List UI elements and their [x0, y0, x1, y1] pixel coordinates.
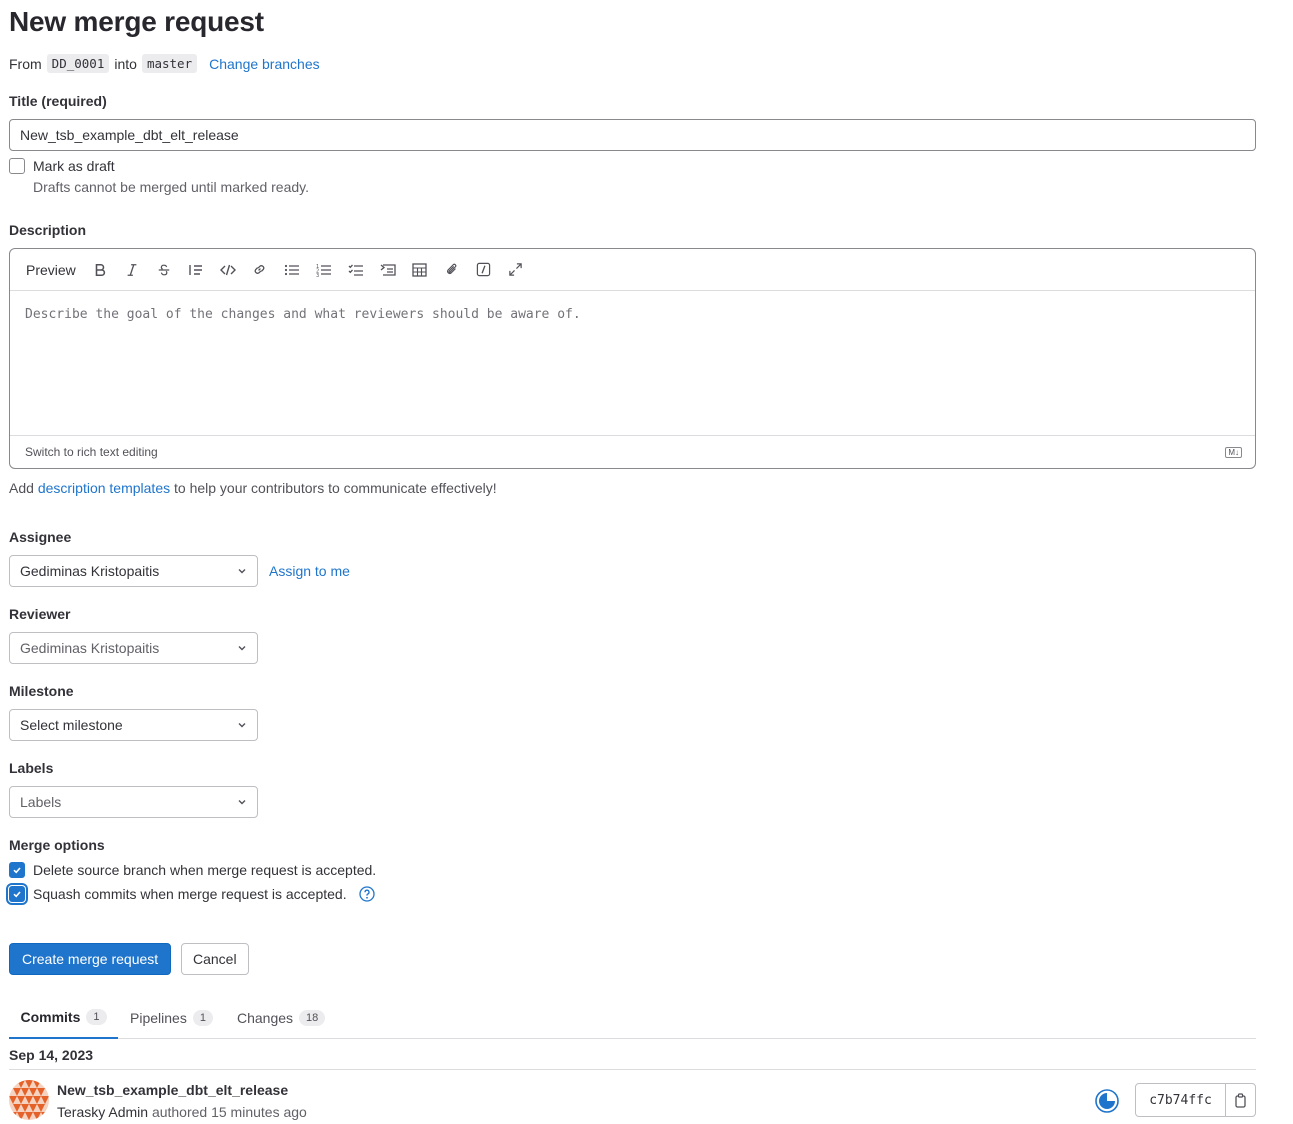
description-help-suffix: to help your contributors to communicate…	[174, 480, 497, 496]
tab-commits-count: 1	[86, 1008, 107, 1025]
assignee-label: Assignee	[9, 529, 72, 545]
assign-to-me-link[interactable]: Assign to me	[269, 563, 350, 579]
description-editor: Preview 123 Describe the goal of the cha…	[9, 248, 1256, 469]
svg-text:3: 3	[316, 273, 319, 277]
tab-commits[interactable]: Commits 1	[9, 996, 118, 1039]
assignee-value: Gediminas Kristopaitis	[20, 563, 160, 579]
italic-icon[interactable]	[116, 256, 148, 284]
commit-author[interactable]: Terasky Admin	[57, 1104, 148, 1120]
description-help-prefix: Add	[9, 480, 34, 496]
code-icon[interactable]	[212, 256, 244, 284]
description-templates-link[interactable]: description templates	[38, 480, 170, 496]
title-label: Title (required)	[9, 93, 107, 109]
tab-changes-label: Changes	[237, 1009, 294, 1026]
mr-tabs: Commits 1 Pipelines 1 Changes 18	[9, 996, 1256, 1039]
title-input-value: New_tsb_example_dbt_elt_release	[20, 127, 239, 143]
milestone-value: Select milestone	[20, 717, 123, 733]
fullscreen-icon[interactable]	[500, 256, 532, 284]
avatar[interactable]	[9, 1080, 49, 1120]
description-help: Add description templates to help your c…	[9, 480, 497, 496]
copy-sha-button[interactable]	[1225, 1084, 1255, 1116]
commit-sha-group: c7b74ffc	[1135, 1083, 1256, 1117]
description-label: Description	[9, 222, 87, 238]
create-merge-request-button[interactable]: Create merge request	[9, 943, 172, 975]
list-item: New_tsb_example_dbt_elt_release Terasky …	[9, 1078, 1256, 1124]
table-icon[interactable]	[404, 256, 436, 284]
commit-title[interactable]: New_tsb_example_dbt_elt_release	[57, 1082, 288, 1098]
labels-value: Labels	[20, 794, 62, 810]
check-icon	[13, 891, 21, 898]
bold-icon[interactable]	[84, 256, 116, 284]
collapsible-section-icon[interactable]	[372, 256, 404, 284]
pipeline-status-icon[interactable]	[1095, 1089, 1119, 1113]
markdown-icon: M↓	[1225, 446, 1242, 458]
merge-options-label: Merge options	[9, 837, 105, 853]
milestone-label: Milestone	[9, 683, 74, 699]
preview-tab[interactable]: Preview	[18, 262, 84, 278]
task-list-icon[interactable]	[340, 256, 372, 284]
chevron-down-icon	[238, 646, 246, 651]
copy-icon	[1234, 1092, 1246, 1108]
chevron-down-icon	[238, 800, 246, 805]
into-label: into	[114, 55, 137, 72]
title-input[interactable]: New_tsb_example_dbt_elt_release	[9, 119, 1256, 151]
draft-checkbox[interactable]	[9, 158, 25, 174]
squash-checkbox[interactable]	[9, 886, 25, 902]
link-icon[interactable]	[244, 256, 276, 284]
description-placeholder: Describe the goal of the changes and wha…	[25, 307, 581, 322]
check-icon	[13, 867, 21, 874]
delete-source-checkbox[interactable]	[9, 862, 25, 878]
from-label: From	[9, 55, 42, 72]
tab-commits-label: Commits	[20, 1008, 81, 1025]
labels-label: Labels	[9, 760, 54, 776]
bullet-list-icon[interactable]	[276, 256, 308, 284]
quick-actions-icon[interactable]	[468, 256, 500, 284]
target-branch: master	[141, 54, 198, 73]
commit-time: authored 15 minutes ago	[151, 1104, 307, 1120]
commit-date-header: Sep 14, 2023	[9, 1040, 1256, 1070]
delete-source-label: Delete source branch when merge request …	[33, 862, 377, 878]
commit-meta: Terasky Admin authored 15 minutes ago	[57, 1104, 307, 1120]
draft-option[interactable]: Mark as draft	[9, 158, 115, 174]
squash-label: Squash commits when merge request is acc…	[33, 886, 347, 902]
branch-info: From DD_0001 into master Change branches	[9, 54, 320, 73]
tab-pipelines[interactable]: Pipelines 1	[130, 996, 213, 1039]
milestone-dropdown[interactable]: Select milestone	[9, 709, 258, 741]
tab-pipelines-count: 1	[192, 1009, 213, 1026]
assignee-dropdown[interactable]: Gediminas Kristopaitis	[9, 555, 258, 587]
draft-label: Mark as draft	[33, 158, 115, 174]
editor-toolbar: Preview 123	[10, 249, 1255, 291]
change-branches-link[interactable]: Change branches	[209, 56, 320, 72]
description-textarea[interactable]: Describe the goal of the changes and wha…	[10, 291, 1255, 435]
chevron-down-icon	[238, 723, 246, 728]
question-icon[interactable]	[358, 886, 375, 902]
strikethrough-icon[interactable]	[148, 256, 180, 284]
quote-icon[interactable]	[180, 256, 212, 284]
reviewer-value: Gediminas Kristopaitis	[20, 640, 160, 656]
tab-changes[interactable]: Changes 18	[237, 996, 326, 1039]
attach-file-icon[interactable]	[436, 256, 468, 284]
editor-footer: Switch to rich text editing M↓	[10, 435, 1255, 468]
commit-sha[interactable]: c7b74ffc	[1136, 1084, 1225, 1116]
cancel-button[interactable]: Cancel	[181, 943, 249, 975]
chevron-down-icon	[238, 569, 246, 574]
labels-dropdown[interactable]: Labels	[9, 786, 258, 818]
numbered-list-icon[interactable]: 123	[308, 256, 340, 284]
reviewer-label: Reviewer	[9, 606, 71, 622]
tab-pipelines-label: Pipelines	[130, 1009, 187, 1026]
draft-help: Drafts cannot be merged until marked rea…	[33, 179, 309, 195]
page-title: New merge request	[9, 6, 264, 37]
squash-option[interactable]: Squash commits when merge request is acc…	[9, 886, 375, 902]
source-branch: DD_0001	[46, 54, 110, 73]
switch-rich-text-button[interactable]: Switch to rich text editing	[25, 445, 158, 459]
commit-date: Sep 14, 2023	[9, 1046, 94, 1063]
delete-source-option[interactable]: Delete source branch when merge request …	[9, 862, 376, 878]
tab-changes-count: 18	[299, 1009, 326, 1026]
reviewer-dropdown[interactable]: Gediminas Kristopaitis	[9, 632, 258, 664]
